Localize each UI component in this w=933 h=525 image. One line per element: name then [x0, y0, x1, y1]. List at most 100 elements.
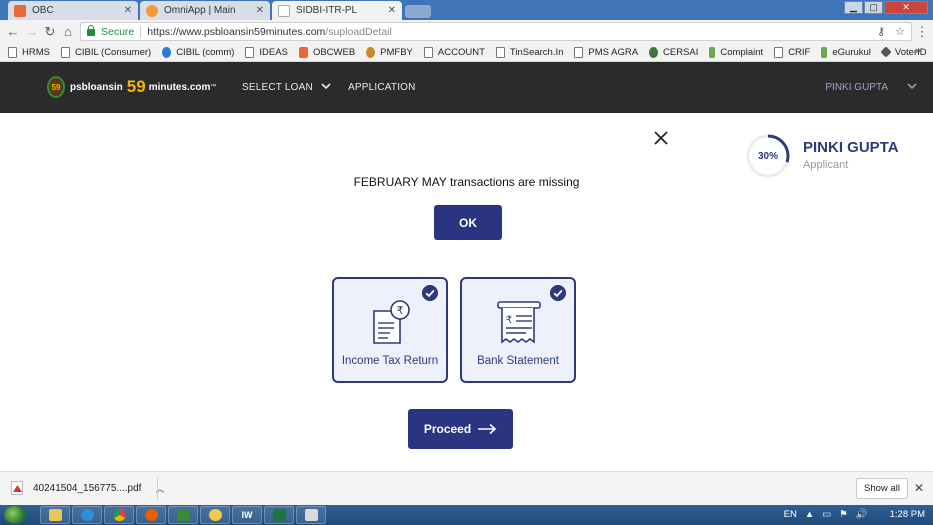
browser-tab-omniapp[interactable]: OmniApp | Main ✕ [140, 1, 270, 20]
proceed-button[interactable]: Proceed [408, 409, 513, 449]
download-item[interactable]: 40241504_156775....pdf ︿ [11, 481, 164, 495]
excel-icon [272, 509, 286, 521]
volume-icon[interactable]: 🔊 [856, 509, 868, 520]
doc-label-bank-statement: Bank Statement [477, 355, 559, 367]
user-menu-chevron-icon[interactable] [906, 80, 918, 92]
page-favicon-icon [278, 4, 290, 17]
bookmark-label: TinSearch.In [509, 46, 564, 58]
taskbar-app[interactable] [168, 506, 198, 524]
window-close-icon[interactable]: ✕ [884, 1, 928, 14]
bookmark-cibil-consumer[interactable]: CIBIL (Consumer) [60, 46, 151, 58]
svg-text:₹: ₹ [397, 304, 404, 317]
bookmark-label: OBCWEB [312, 46, 356, 58]
logo-suffix: minutes.com [148, 81, 211, 93]
doc-card-bank-statement[interactable]: ₹ Bank Statement [460, 277, 576, 383]
windows-taskbar: IW EN ▲ ▭ ⚑ 🔊 1:28 PM [0, 505, 933, 525]
taskbar-ie[interactable] [72, 506, 102, 524]
arrow-right-icon [478, 423, 497, 435]
omniapp-favicon-icon [146, 4, 158, 17]
ok-button[interactable]: OK [434, 205, 502, 240]
bookmark-label: ACCOUNT [437, 46, 485, 58]
site-logo[interactable]: 59 psbloansin 59 minutes.com ™ [47, 76, 216, 98]
bookmark-obcweb[interactable]: OBCWEB [298, 46, 356, 58]
language-indicator[interactable]: EN [784, 509, 797, 520]
bookmark-cibil-comm[interactable]: CIBIL (comm) [162, 46, 234, 58]
page-icon [495, 46, 505, 58]
forward-arrow-icon[interactable]: → [25, 24, 39, 38]
taskbar-firefox[interactable] [136, 506, 166, 524]
user-menu[interactable]: PINKI GUPTA [825, 82, 888, 93]
tab-close-icon[interactable]: ✕ [124, 5, 132, 16]
new-tab-button[interactable] [405, 5, 431, 18]
bookmark-label: HRMS [22, 46, 50, 58]
taskbar-messenger[interactable] [200, 506, 230, 524]
bookmark-pms-agra[interactable]: PMS AGRA [574, 46, 639, 58]
taskbar-chrome[interactable] [104, 506, 134, 524]
taskbar-explorer[interactable] [40, 506, 70, 524]
svg-text:₹: ₹ [506, 315, 512, 326]
bookmark-label: PMFBY [380, 46, 413, 58]
browser-tab-sidbi[interactable]: SIDBI-ITR-PL ✕ [272, 1, 402, 20]
pmfby-icon [366, 46, 376, 58]
progress-percent: 30% [757, 150, 778, 162]
pdf-file-icon [11, 481, 23, 495]
taskbar-iw[interactable]: IW [232, 506, 262, 524]
start-button[interactable] [4, 506, 26, 524]
taskbar-calculator[interactable] [296, 506, 326, 524]
tray-expand-icon[interactable]: ▲ [805, 509, 814, 520]
egurukul-icon [821, 46, 828, 58]
clock[interactable]: 1:28 PM [890, 509, 925, 520]
bookmark-label: PMS AGRA [588, 46, 639, 58]
cersai-icon [649, 46, 659, 58]
show-all-button[interactable]: Show all [856, 478, 908, 499]
bookmark-label: Complaint [720, 46, 764, 58]
tax-document-icon: ₹ [373, 300, 410, 344]
flag-icon[interactable]: ⚑ [839, 509, 848, 520]
bookmark-label: IDEAS [259, 46, 288, 58]
bookmark-pmfby[interactable]: PMFBY [366, 46, 413, 58]
nav-application[interactable]: APPLICATION [348, 82, 416, 93]
calculator-icon [304, 509, 318, 521]
bookmark-tinsearch[interactable]: TinSearch.In [495, 46, 564, 58]
firefox-icon [144, 509, 158, 521]
nav-select-loan[interactable]: SELECT LOAN [242, 82, 313, 93]
bookmark-label: VoterID [894, 46, 927, 58]
close-icon[interactable] [654, 131, 668, 145]
maximize-icon[interactable]: ▢ [864, 1, 883, 14]
browser-menu-icon[interactable]: ⋮ [915, 24, 929, 38]
browser-tab-obc[interactable]: OBC ✕ [8, 1, 138, 20]
network-icon[interactable]: ▭ [822, 509, 831, 520]
missing-transactions-message: FEBRUARY MAY transactions are missing [353, 175, 580, 189]
address-toolbar: ← → ↻ ⌂ Secure https://www.psbloansin59m… [0, 20, 933, 43]
lock-icon [87, 25, 95, 36]
bookmark-cersai[interactable]: CERSAI [649, 46, 698, 58]
voterid-icon [880, 46, 892, 58]
bookmark-egurukul[interactable]: eGurukul [821, 46, 871, 58]
bookmark-ideas[interactable]: IDEAS [245, 46, 288, 58]
minimize-icon[interactable]: ▁ [844, 1, 863, 14]
taskbar-excel[interactable] [264, 506, 294, 524]
tab-close-icon[interactable]: ✕ [388, 5, 396, 16]
tab-title: OmniApp | Main [164, 5, 236, 16]
bookmark-star-icon[interactable]: ☆ [895, 25, 905, 38]
download-bar-close-icon[interactable]: ✕ [914, 481, 924, 495]
doc-card-income-tax-return[interactable]: ₹ Income Tax Return [332, 277, 448, 383]
url-input[interactable]: Secure https://www.psbloansin59minutes.c… [80, 22, 912, 41]
applicant-name: PINKI GUPTA [803, 139, 899, 156]
home-icon[interactable]: ⌂ [61, 24, 75, 38]
system-tray: EN ▲ ▭ ⚑ 🔊 1:28 PM [784, 509, 925, 520]
back-arrow-icon[interactable]: ← [6, 24, 20, 38]
bookmarks-overflow-icon[interactable]: » [915, 45, 921, 57]
bookmark-complaint[interactable]: Complaint [709, 46, 764, 58]
tab-close-icon[interactable]: ✕ [256, 5, 264, 16]
bookmark-account[interactable]: ACCOUNT [423, 46, 485, 58]
chevron-down-icon[interactable] [320, 80, 332, 92]
logo-text: psbloansin [70, 81, 123, 93]
key-icon[interactable]: ⚷ [877, 25, 885, 38]
reload-icon[interactable]: ↻ [43, 24, 57, 38]
bookmark-crif[interactable]: CRIF [774, 46, 810, 58]
checkmark-icon [422, 285, 438, 301]
bookmark-hrms[interactable]: HRMS [8, 46, 50, 58]
chrome-icon [112, 509, 126, 521]
page-icon [8, 46, 17, 58]
